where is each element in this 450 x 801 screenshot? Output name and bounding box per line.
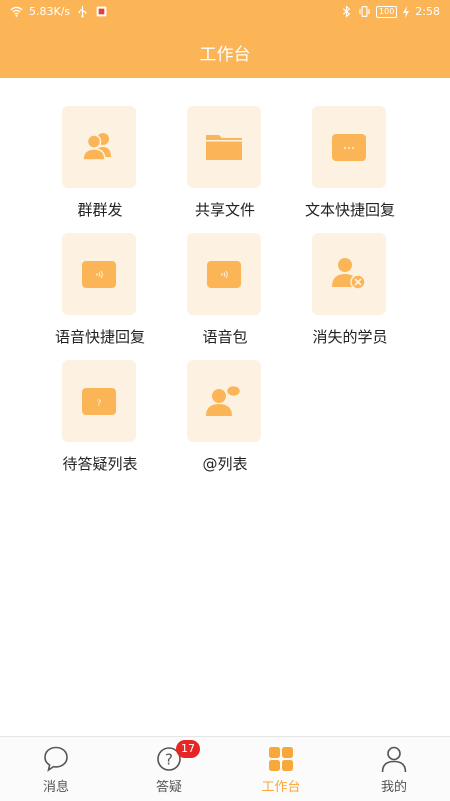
person-icon [381,746,407,773]
mention-list-icon [206,384,242,416]
header: 工作台 [0,24,450,78]
tool-icon-box[interactable] [312,233,386,315]
group-users-icon [82,133,111,161]
tab-profile[interactable]: 我的 [338,737,450,801]
tool-mention-list[interactable]: @列表 [165,332,285,473]
tab-label: 答疑 [155,780,182,795]
page-title: 工作台 [199,45,251,65]
tool-label: 消失的学员 [312,328,388,346]
svg-text:?: ? [165,751,173,769]
bluetooth-icon [342,5,351,18]
usb-icon [78,5,87,18]
wifi-icon [10,6,23,17]
voice-pack-icon [207,261,241,288]
network-speed: 5.83K/s [29,5,71,18]
tab-label: 我的 [380,780,407,795]
tool-icon-box[interactable] [187,106,261,188]
tab-label: 工作台 [261,780,301,795]
tab-questions[interactable]: ? 17 答疑 [113,737,225,801]
question-list-icon: ? [82,388,116,415]
tool-icon-box[interactable] [187,233,261,315]
tool-icon-box[interactable] [62,106,136,188]
folder-icon [206,135,242,160]
tool-voice-pack[interactable]: 语音包 [165,205,285,346]
grid-icon [269,747,293,771]
tab-label: 消息 [42,780,69,795]
tab-workbench[interactable]: 工作台 [225,737,337,801]
vibrate-icon [359,6,370,17]
status-bar: 5.83K/s 100 2:58 [0,0,450,24]
tool-text-quick-reply[interactable]: 文本快捷回复 [290,78,410,219]
battery-icon: 100 [376,5,398,18]
tool-icon-box[interactable] [62,233,136,315]
charging-icon [403,5,410,18]
tool-icon-box[interactable] [187,360,261,442]
tool-label: @列表 [202,455,248,473]
tool-group-broadcast[interactable]: 群群发 [40,78,160,219]
tool-voice-quick-reply[interactable]: 语音快捷回复 [40,205,160,346]
removed-user-icon [332,258,366,290]
tool-removed-students[interactable]: 消失的学员 [290,205,410,346]
unread-count-badge: 17 [176,740,200,758]
tool-pending-questions[interactable]: ? 待答疑列表 [40,332,160,473]
tool-icon-box[interactable]: ? [62,360,136,442]
voice-reply-icon [82,261,116,288]
notification-icon [96,6,107,17]
tool-icon-box[interactable] [312,106,386,188]
bottom-tab-bar: 消息 ? 17 答疑 工作台 我的 [0,736,450,801]
tab-messages[interactable]: 消息 [0,737,112,801]
battery-level: 100 [379,6,395,16]
clock: 2:58 [415,5,440,18]
text-reply-icon [332,134,366,161]
svg-text:?: ? [97,399,102,409]
chat-bubble-icon [44,746,68,772]
tool-shared-files[interactable]: 共享文件 [165,78,285,219]
